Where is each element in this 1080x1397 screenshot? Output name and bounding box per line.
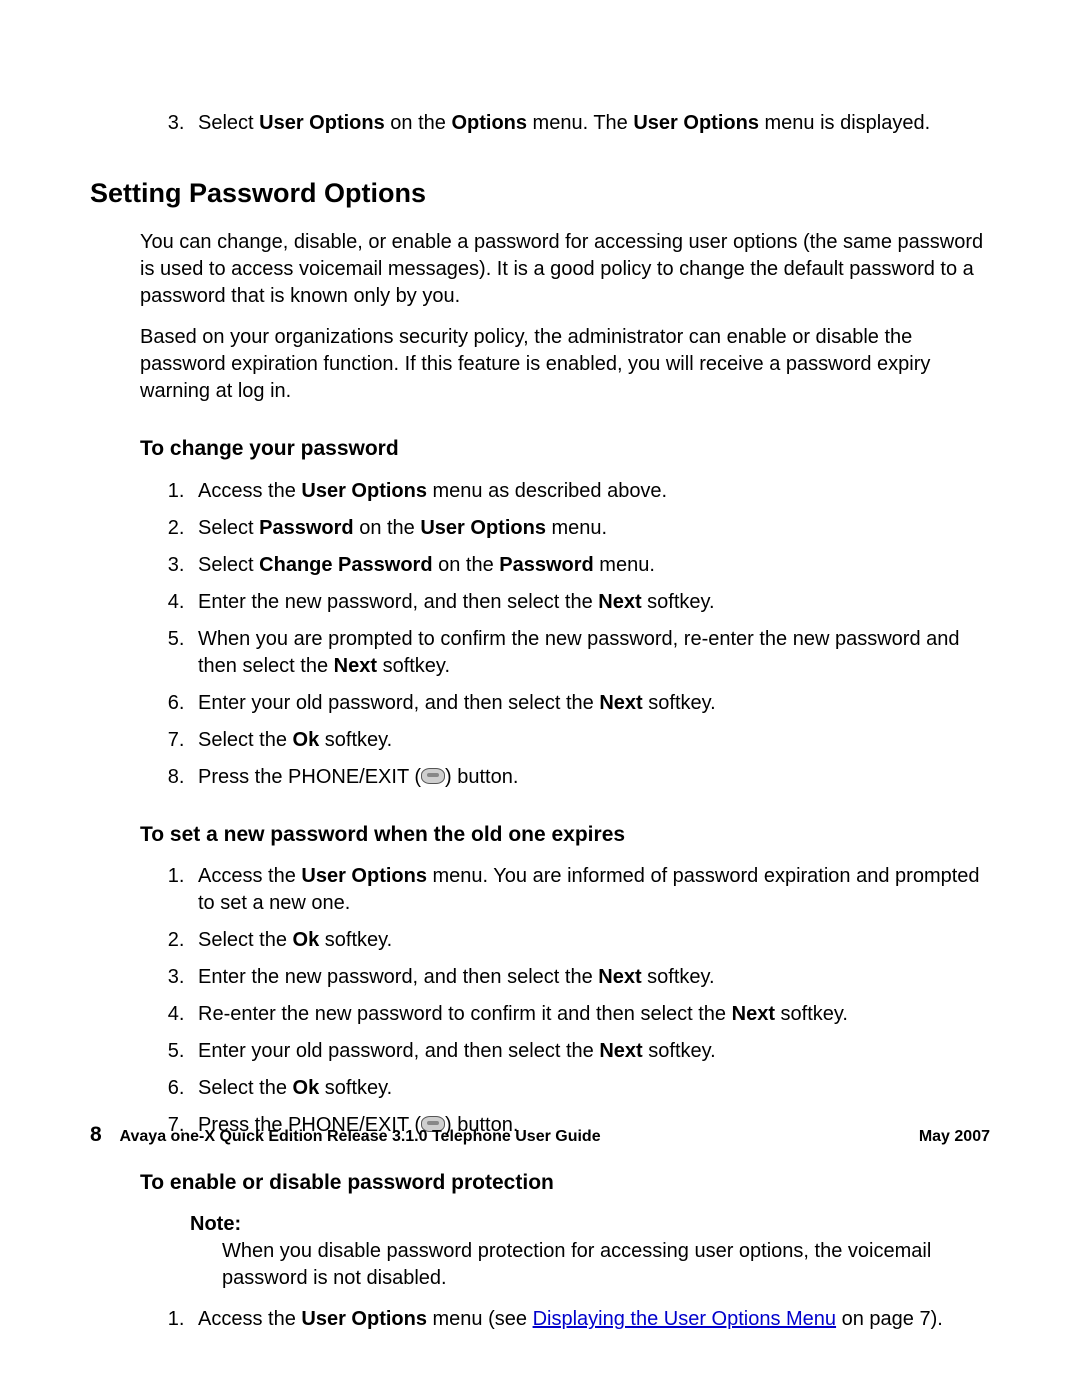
- list-item: Select the Ok softkey.: [190, 1075, 990, 1102]
- text: menu. The: [527, 112, 633, 134]
- bold-text: User Options: [301, 480, 427, 502]
- bold-text: Ok: [293, 1077, 320, 1099]
- list-item: Re-enter the new password to confirm it …: [190, 1001, 990, 1028]
- text: on the: [354, 517, 421, 539]
- section-heading: Setting Password Options: [90, 175, 990, 211]
- list-item: Enter the new password, and then select …: [190, 589, 990, 616]
- page-number: 8: [90, 1123, 102, 1146]
- bold-text: Next: [334, 655, 377, 677]
- bold-text: Next: [599, 692, 642, 714]
- page-footer: 8 Avaya one-X Quick Edition Release 3.1.…: [90, 1123, 990, 1147]
- phone-exit-icon: [421, 768, 445, 784]
- list-item: Select the Ok softkey.: [190, 927, 990, 954]
- footer-date: May 2007: [919, 1128, 990, 1146]
- sub-heading-change-password: To change your password: [140, 435, 990, 463]
- text: softkey.: [319, 929, 392, 951]
- text: softkey.: [642, 591, 715, 613]
- text: Access the: [198, 1308, 301, 1330]
- password-protection-steps: Access the User Options menu (see Displa…: [160, 1306, 990, 1333]
- bold-text: User Options: [259, 112, 385, 134]
- bold-text: Options: [451, 112, 527, 134]
- bold-text: Next: [599, 1040, 642, 1062]
- footer-left: 8 Avaya one-X Quick Edition Release 3.1.…: [90, 1123, 601, 1147]
- text: Select the: [198, 729, 293, 751]
- list-item: Access the User Options menu. You are in…: [190, 863, 990, 917]
- link-user-options-menu[interactable]: Displaying the User Options Menu: [533, 1308, 836, 1330]
- bold-text: User Options: [633, 112, 759, 134]
- list-item: Access the User Options menu (see Displa…: [190, 1306, 990, 1333]
- text: menu.: [594, 554, 655, 576]
- list-item: Select the Ok softkey.: [190, 727, 990, 754]
- list-item: Select Password on the User Options menu…: [190, 515, 990, 542]
- text: menu is displayed.: [759, 112, 930, 134]
- bold-text: Next: [732, 1003, 775, 1025]
- text: softkey.: [319, 1077, 392, 1099]
- page-content: Select User Options on the Options menu.…: [90, 110, 990, 1333]
- text: Access the: [198, 865, 301, 887]
- footer-title: Avaya one-X Quick Edition Release 3.1.0 …: [120, 1128, 601, 1145]
- list-item: Access the User Options menu as describe…: [190, 478, 990, 505]
- text: softkey.: [643, 1040, 716, 1062]
- note-block: Note: When you disable password protecti…: [190, 1211, 990, 1292]
- list-item: Enter your old password, and then select…: [190, 1038, 990, 1065]
- text: Enter the new password, and then select …: [198, 591, 598, 613]
- text: softkey.: [775, 1003, 848, 1025]
- text: menu as described above.: [427, 480, 667, 502]
- bold-text: Ok: [293, 929, 320, 951]
- text: softkey.: [377, 655, 450, 677]
- bold-text: Next: [598, 966, 641, 988]
- bold-text: Password: [499, 554, 593, 576]
- text: softkey.: [642, 966, 715, 988]
- text: on the: [385, 112, 452, 134]
- list-item: When you are prompted to confirm the new…: [190, 626, 990, 680]
- bold-text: Next: [598, 591, 641, 613]
- expired-password-steps: Access the User Options menu. You are in…: [160, 863, 990, 1139]
- intro-step-list: Select User Options on the Options menu.…: [160, 110, 990, 137]
- list-item: Enter your old password, and then select…: [190, 690, 990, 717]
- body-paragraph: Based on your organizations security pol…: [140, 324, 990, 405]
- body-paragraph: You can change, disable, or enable a pas…: [140, 229, 990, 310]
- bold-text: User Options: [420, 517, 546, 539]
- text: on the: [433, 554, 500, 576]
- document-page: Select User Options on the Options menu.…: [0, 0, 1080, 1397]
- bold-text: User Options: [301, 865, 427, 887]
- text: Select the: [198, 929, 293, 951]
- text: Press the PHONE/EXIT (: [198, 766, 421, 788]
- change-password-steps: Access the User Options menu as describe…: [160, 478, 990, 791]
- text: Access the: [198, 480, 301, 502]
- text: softkey.: [319, 729, 392, 751]
- list-item: Select Change Password on the Password m…: [190, 552, 990, 579]
- list-item: Press the PHONE/EXIT ( ) button.: [190, 764, 990, 791]
- note-label: Note:: [190, 1211, 990, 1238]
- text: on page 7).: [836, 1308, 943, 1330]
- text: Select: [198, 112, 259, 134]
- bold-text: User Options: [301, 1308, 427, 1330]
- text: When you are prompted to confirm the new…: [198, 628, 960, 677]
- intro-step-3: Select User Options on the Options menu.…: [190, 110, 990, 137]
- text: Enter your old password, and then select…: [198, 692, 599, 714]
- text: ) button.: [445, 766, 518, 788]
- list-item: Enter the new password, and then select …: [190, 964, 990, 991]
- bold-text: Ok: [293, 729, 320, 751]
- note-body: When you disable password protection for…: [222, 1238, 990, 1292]
- text: menu (see: [427, 1308, 533, 1330]
- bold-text: Change Password: [259, 554, 432, 576]
- sub-heading-expired-password: To set a new password when the old one e…: [140, 821, 990, 849]
- text: Select: [198, 517, 259, 539]
- text: menu.: [546, 517, 607, 539]
- text: Select the: [198, 1077, 293, 1099]
- text: Enter your old password, and then select…: [198, 1040, 599, 1062]
- bold-text: Password: [259, 517, 353, 539]
- text: softkey.: [643, 692, 716, 714]
- sub-heading-password-protection: To enable or disable password protection: [140, 1169, 990, 1197]
- text: Enter the new password, and then select …: [198, 966, 598, 988]
- text: Re-enter the new password to confirm it …: [198, 1003, 732, 1025]
- text: Select: [198, 554, 259, 576]
